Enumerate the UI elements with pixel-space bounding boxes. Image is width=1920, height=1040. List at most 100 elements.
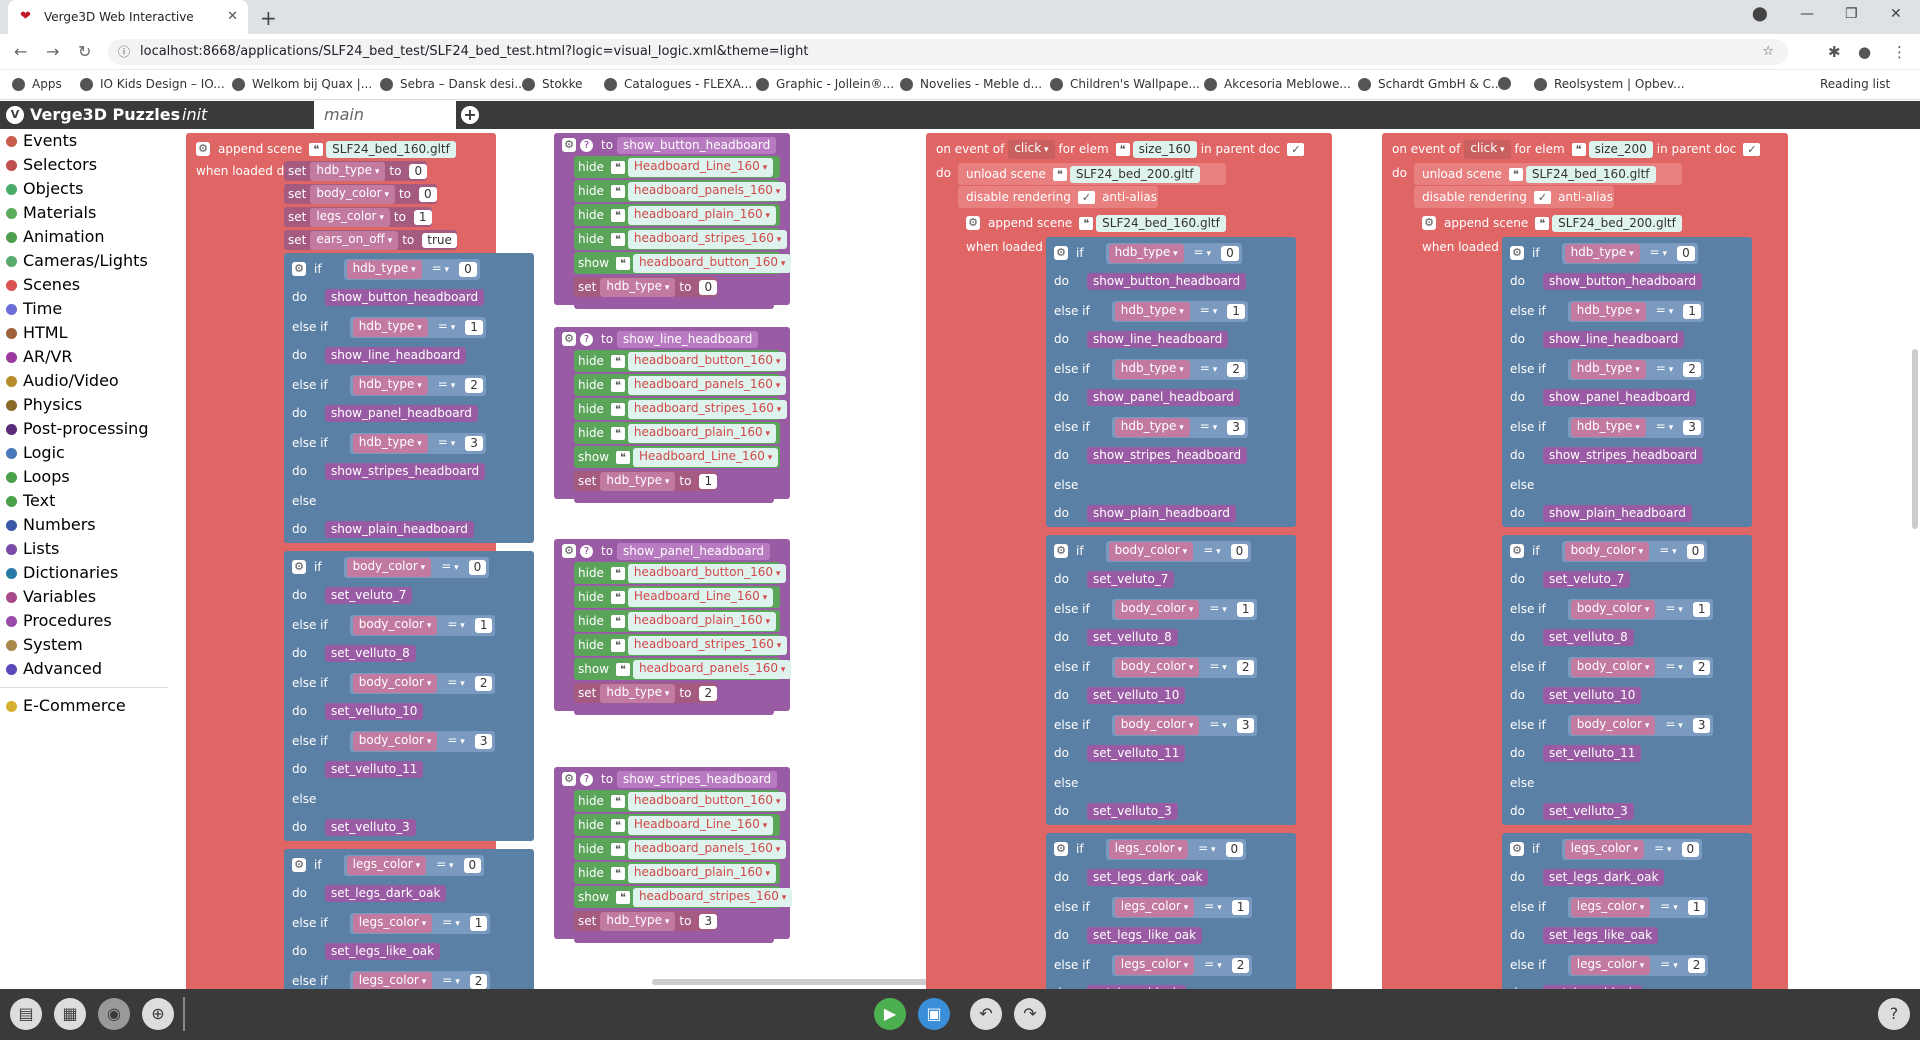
variable-dropdown[interactable]: hdb_type <box>1114 359 1190 379</box>
variable-dropdown[interactable]: hdb_type <box>1114 301 1190 321</box>
procedure-name-field[interactable]: show_line_headboard <box>617 330 759 348</box>
object-name-field[interactable]: headboard_stripes_160 <box>627 399 788 419</box>
run-button[interactable]: ▶ <box>874 998 906 1030</box>
variable-dropdown[interactable]: ears_on_off <box>310 230 399 250</box>
category-events[interactable]: Events <box>0 129 172 153</box>
workspace[interactable]: ⚙ append scene ❝ SLF24_bed_160.gltf when loa… <box>172 129 1920 989</box>
procedure-footer[interactable] <box>574 935 774 943</box>
compare-operator[interactable]: = <box>1654 955 1684 975</box>
object-name-field[interactable]: headboard_plain_160 <box>627 205 777 225</box>
category-html[interactable]: HTML <box>0 321 172 345</box>
gear-icon[interactable]: ⚙ <box>562 772 576 786</box>
element-name-field[interactable]: size_200 <box>1588 140 1653 158</box>
bookmark-item[interactable]: Akcesoria Meblowe... <box>1204 77 1351 91</box>
variable-dropdown[interactable]: hdb_type <box>352 433 428 453</box>
compare-operator[interactable]: = <box>1197 541 1227 561</box>
number-value[interactable]: 0 <box>468 559 487 575</box>
procedure-call[interactable]: set_legs_like_oak <box>324 942 441 960</box>
compare-operator[interactable]: = <box>425 259 456 279</box>
procedure-call[interactable]: show_panel_headboard <box>1086 388 1240 406</box>
help-icon[interactable]: ? <box>580 332 593 346</box>
procedure-call[interactable]: show_stripes_headboard <box>324 462 486 480</box>
bookmark-item[interactable]: Novelies - Meble d... <box>900 77 1042 91</box>
compare-operator[interactable]: = <box>1659 715 1689 735</box>
checkbox-icon[interactable]: ✓ <box>1287 142 1305 156</box>
number-value[interactable]: 3 <box>465 435 483 451</box>
bookmark-item[interactable]: Schardt GmbH & C... <box>1358 77 1502 91</box>
number-value[interactable]: 2 <box>474 675 493 691</box>
bookmark-item[interactable]: Catalogues - FLEXA... <box>604 77 752 91</box>
number-value[interactable]: 2 <box>1236 659 1255 675</box>
compare-operator[interactable]: = <box>436 913 466 933</box>
category-lists[interactable]: Lists <box>0 537 172 561</box>
gear-icon[interactable]: ⚙ <box>1510 544 1524 558</box>
variable-dropdown[interactable]: hdb_type <box>1564 243 1640 263</box>
object-name-field[interactable]: headboard_panels_160 <box>627 375 787 395</box>
compare-operator[interactable]: = <box>1648 839 1678 859</box>
gear-icon[interactable]: ⚙ <box>1054 544 1068 558</box>
variable-dropdown[interactable]: hdb_type <box>310 161 386 181</box>
checkbox-icon[interactable]: ✓ <box>1077 190 1096 204</box>
number-value[interactable]: 3 <box>1683 419 1701 435</box>
gear-icon[interactable]: ⚙ <box>562 138 576 152</box>
compare-operator[interactable]: = <box>1193 301 1224 321</box>
gear-icon[interactable]: ⚙ <box>1422 216 1436 230</box>
object-name-field[interactable]: Headboard_Line_160 <box>627 157 774 177</box>
variable-dropdown[interactable]: legs_color <box>1108 839 1189 859</box>
event-type-dropdown[interactable]: click <box>1464 139 1511 159</box>
procedure-call[interactable]: set_velluto_10 <box>1542 686 1642 704</box>
number-value[interactable]: true <box>422 232 457 248</box>
number-value[interactable]: 2 <box>1683 361 1701 377</box>
number-value[interactable]: 2 <box>1687 957 1706 973</box>
procedure-call[interactable]: set_velluto_3 <box>324 818 416 836</box>
close-tab-icon[interactable]: ✕ <box>227 9 238 24</box>
procedure-call[interactable]: show_button_headboard <box>1542 272 1703 290</box>
procedure-call[interactable]: set_velluto_11 <box>1542 744 1642 762</box>
procedure-name-field[interactable]: show_button_headboard <box>617 136 777 154</box>
procedure-call[interactable]: set_veluto_7 <box>1542 570 1631 588</box>
number-value[interactable]: 3 <box>1236 717 1255 733</box>
variable-dropdown[interactable]: hdb_type <box>1570 359 1646 379</box>
category-materials[interactable]: Materials <box>0 201 172 225</box>
variable-dropdown[interactable]: hdb_type <box>346 259 422 279</box>
variable-dropdown[interactable]: body_color <box>1114 657 1200 677</box>
compare-operator[interactable]: = <box>441 615 471 635</box>
category-post-processing[interactable]: Post-processing <box>0 417 172 441</box>
maximize-icon[interactable]: ❐ <box>1845 6 1858 22</box>
vertical-scrollbar[interactable] <box>1912 349 1918 529</box>
extensions-icon[interactable]: ✱ <box>1828 43 1841 61</box>
compare-operator[interactable]: = <box>431 433 462 453</box>
object-name-field[interactable]: headboard_button_160 <box>627 791 787 811</box>
gear-icon[interactable]: ⚙ <box>562 332 576 346</box>
number-value[interactable]: 0 <box>699 279 718 295</box>
object-name-field[interactable]: Headboard_Line_160 <box>627 815 774 835</box>
category-advanced[interactable]: Advanced <box>0 657 172 681</box>
variable-dropdown[interactable]: legs_color <box>1114 955 1195 975</box>
minimize-icon[interactable]: — <box>1800 6 1814 22</box>
gear-icon[interactable]: ⚙ <box>292 262 306 276</box>
object-name-field[interactable]: headboard_plain_160 <box>627 611 777 631</box>
variable-dropdown[interactable]: hdb_type <box>352 317 428 337</box>
compare-operator[interactable]: = <box>1643 243 1674 263</box>
compare-operator[interactable]: = <box>1653 541 1683 561</box>
reading-list-button[interactable]: Reading list <box>1820 77 1890 91</box>
bookmark-item[interactable]: IO Kids Design – IO... <box>80 77 225 91</box>
category-loops[interactable]: Loops <box>0 465 172 489</box>
layout-icon[interactable]: ▦ <box>54 998 86 1030</box>
category-cameras-lights[interactable]: Cameras/Lights <box>0 249 172 273</box>
procedure-footer[interactable] <box>574 707 774 715</box>
bookmark-item[interactable]: Reolsystem | Opbev... <box>1534 77 1685 91</box>
number-value[interactable]: 1 <box>1236 601 1255 617</box>
compare-operator[interactable]: = <box>1198 955 1228 975</box>
procedure-call[interactable]: set_legs_dark_oak <box>324 884 447 902</box>
gear-icon[interactable]: ⚙ <box>196 142 210 156</box>
variable-dropdown[interactable]: body_color <box>346 557 432 577</box>
procedure-call[interactable]: show_button_headboard <box>1086 272 1247 290</box>
number-value[interactable]: 1 <box>1227 303 1245 319</box>
procedure-call[interactable]: set_velluto_3 <box>1542 802 1634 820</box>
add-tab-button[interactable]: + <box>461 106 479 124</box>
compare-operator[interactable]: = <box>431 317 462 337</box>
procedure-call[interactable]: set_velluto_11 <box>1086 744 1186 762</box>
object-name-field[interactable]: headboard_button_160 <box>632 253 792 273</box>
category-time[interactable]: Time <box>0 297 172 321</box>
